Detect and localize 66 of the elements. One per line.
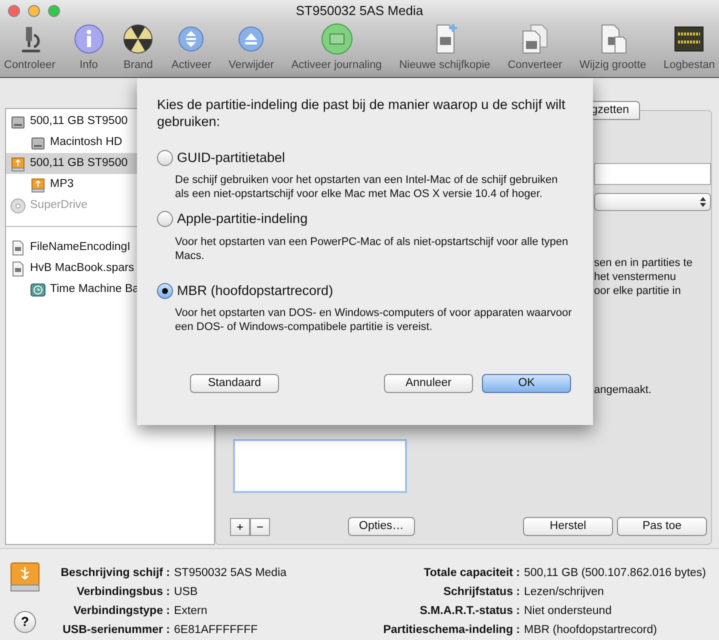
help-button[interactable]: ? <box>14 611 36 633</box>
toolbar-button[interactable]: Nieuwe schijfkopie <box>399 22 490 73</box>
description-text: sen en in partities te <box>594 256 694 270</box>
option-label[interactable]: Apple-partitie-indeling <box>177 209 308 230</box>
window-control-icon[interactable] <box>48 5 60 17</box>
info-value: 500,11 GB (500.107.862.016 bytes) <box>524 566 706 581</box>
info-label: Partitieschema-indeling : <box>382 623 520 638</box>
radio-button[interactable] <box>157 282 173 299</box>
info-label: Schrijfstatus : <box>442 585 520 600</box>
disk-image-icon <box>10 260 26 276</box>
usb-drive-icon <box>10 156 26 172</box>
time-machine-icon <box>30 282 46 298</box>
toolbar-button[interactable]: Activeer journaling <box>291 22 382 73</box>
options-button[interactable]: Opties… <box>348 517 415 536</box>
option-label[interactable]: MBR (hoofdopstartrecord) <box>177 280 334 301</box>
info-label: Totale capaciteit : <box>422 566 520 581</box>
disk-image-icon <box>10 240 26 256</box>
add-partition-button[interactable]: + <box>230 518 250 536</box>
info-value: Niet ondersteund <box>524 604 613 619</box>
radio-button[interactable] <box>157 211 173 228</box>
format-dropdown[interactable] <box>594 193 711 211</box>
usb-drive-icon <box>10 561 40 593</box>
info-value: 6E81AFFFFFFF <box>174 623 259 638</box>
info-value: MBR (hoofdopstartrecord) <box>524 623 658 638</box>
toolbar-button[interactable]: Converteer <box>508 22 562 73</box>
info-value: Extern <box>174 604 208 619</box>
description-text: het venstermenu <box>594 270 677 284</box>
description-text: oor elke partitie in <box>594 284 682 298</box>
dialog-prompt: Kies de partitie-indeling die past bij de manier waarop u de schijf wilt gebruiken: <box>157 96 566 130</box>
toolbar-button[interactable]: Logbestan <box>664 22 715 73</box>
dialog-button[interactable]: Annuleer <box>384 374 473 393</box>
toolbar-button[interactable]: Verwijder <box>228 22 274 73</box>
info-value: USB <box>174 585 199 600</box>
option-description: Voor het opstarten van DOS- en Windows-computers of voor apparaten waarvoor een DOS- of Windows-compatibele partitie is vereist. <box>174 306 573 334</box>
disc-icon <box>10 198 26 214</box>
option-description: De schijf gebruiken voor het opstarten van een Intel-Mac of de schijf gebruiken als een niet-opstartschijf voor elke Mac met Mac OS X versie 10.4 of hoger. <box>174 173 559 202</box>
toolbar-button[interactable]: Info <box>72 22 105 73</box>
apply-button[interactable]: Pas toe <box>617 517 707 536</box>
usb-drive-icon <box>30 176 46 192</box>
dialog-button[interactable]: Standaard <box>190 374 279 393</box>
ok-button[interactable]: OK <box>482 374 571 393</box>
info-label: USB-serienummer : <box>62 623 170 638</box>
info-value: Lezen/schrijven <box>524 585 605 600</box>
radio-button[interactable] <box>157 150 173 166</box>
window-title: ST950032 5AS Media <box>296 3 424 18</box>
toolbar-button[interactable]: Controleer <box>4 22 56 73</box>
window-control-icon[interactable] <box>8 5 20 17</box>
window-control-icon[interactable] <box>28 5 40 17</box>
status-text: angemaakt. <box>594 383 652 397</box>
hard-drive-icon <box>30 134 46 150</box>
drive-icon <box>320 22 353 54</box>
toolbar-button[interactable]: Brand <box>122 22 154 73</box>
revert-button[interactable]: Herstel <box>523 517 613 536</box>
info-label: Verbindingsbus : <box>76 585 170 600</box>
info-icon <box>72 22 105 54</box>
remove-partition-button[interactable]: − <box>250 518 270 536</box>
toolbar-button[interactable]: Wijzig grootte <box>580 22 646 73</box>
option-description: Voor het opstarten van een PowerPC-Mac of als niet-opstartschijf voor alle typen Macs. <box>174 234 570 262</box>
updown-arrows-icon <box>700 197 706 207</box>
info-label: Beschrijving schijf : <box>60 566 170 581</box>
toolbar-button[interactable]: Activeer <box>172 22 212 73</box>
hard-drive-icon <box>10 114 26 130</box>
info-value: ST950032 5AS Media <box>174 566 288 581</box>
info-label: S.M.A.R.T.-status : <box>418 604 520 619</box>
name-field[interactable] <box>594 163 711 185</box>
info-label: Verbindingstype : <box>72 604 170 619</box>
